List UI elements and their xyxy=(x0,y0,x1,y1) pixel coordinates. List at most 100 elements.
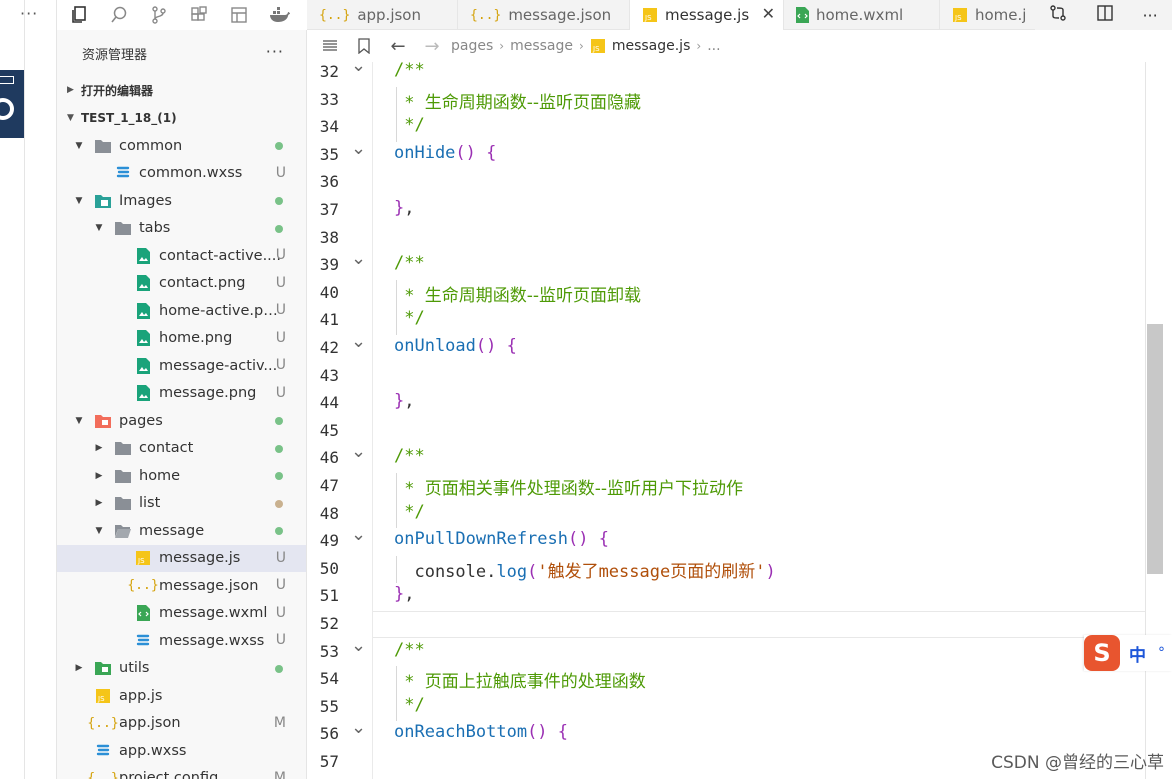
sogou-logo-icon[interactable]: S xyxy=(1084,635,1120,671)
file-tree-item[interactable]: ▼ tabs xyxy=(57,215,306,243)
chevron-down-icon[interactable]: ▼ xyxy=(73,416,85,426)
file-tree-item[interactable]: contact.png U xyxy=(57,270,306,298)
file-tree-item[interactable]: JS app.js xyxy=(57,682,306,710)
editor-tab[interactable]: JS message.js ✕ xyxy=(630,0,784,30)
file-tree-item[interactable]: ▼ Images xyxy=(57,187,306,215)
file-tree-item[interactable]: ▼ common xyxy=(57,132,306,160)
fold-chevron-icon[interactable]: ⌄ xyxy=(351,331,366,352)
code-line[interactable]: 40 * 生命周期函数--监听页面卸载 xyxy=(307,280,1145,308)
close-icon[interactable]: ✕ xyxy=(762,4,775,23)
file-tree-item[interactable]: ▶ home xyxy=(57,462,306,490)
code-line[interactable]: 35 ⌄ onHide() { xyxy=(307,138,1145,170)
code-line[interactable]: 56 ⌄ onReachBottom() { xyxy=(307,717,1145,749)
scrollbar-thumb[interactable] xyxy=(1147,324,1163,574)
code-line[interactable]: 38 xyxy=(307,225,1145,253)
breadcrumb-item[interactable]: ... xyxy=(707,38,720,54)
file-tree-item[interactable]: message.wxss U xyxy=(57,627,306,655)
code-line[interactable]: 46 ⌄ /** xyxy=(307,441,1145,473)
breadcrumb-item[interactable]: pages xyxy=(451,38,493,54)
docker-icon[interactable] xyxy=(265,1,293,29)
breadcrumb-file[interactable]: JS message.js xyxy=(590,38,690,54)
back-arrow-icon[interactable]: ← xyxy=(387,35,409,57)
code-line[interactable]: 52 xyxy=(307,611,1145,639)
code-line[interactable]: 45 xyxy=(307,418,1145,446)
code-line[interactable]: 53 ⌄ /** xyxy=(307,635,1145,667)
split-editor-icon[interactable] xyxy=(1096,4,1114,26)
code-line[interactable]: 55 */ xyxy=(307,694,1145,722)
file-tree-item[interactable]: {..} app.json M xyxy=(57,710,306,738)
code-line[interactable]: 42 ⌄ onUnload() { xyxy=(307,331,1145,363)
source-control-icon[interactable] xyxy=(145,1,173,29)
file-tree-item[interactable]: {..} message.json U xyxy=(57,572,306,600)
code-line[interactable]: 32 ⌄ /** xyxy=(307,62,1145,87)
editor-tab[interactable]: {..} message.json xyxy=(458,0,630,30)
file-tree-item[interactable]: app.wxss xyxy=(57,737,306,765)
extensions-icon[interactable] xyxy=(185,1,213,29)
chevron-down-icon[interactable]: ▼ xyxy=(93,223,105,233)
input-mode-label[interactable]: 中 xyxy=(1129,641,1146,666)
fold-chevron-icon[interactable]: ⌄ xyxy=(351,717,366,738)
list-icon[interactable] xyxy=(319,35,341,57)
code-line[interactable]: 50 console.log('触发了message页面的刷新') xyxy=(307,556,1145,584)
code-line[interactable]: 43 xyxy=(307,363,1145,391)
code-line[interactable]: 48 */ xyxy=(307,501,1145,529)
code-line[interactable]: 37}, xyxy=(307,197,1145,225)
file-tree-item[interactable]: JS message.js U xyxy=(57,544,306,572)
code-line[interactable]: 33 * 生命周期函数--监听页面隐藏 xyxy=(307,87,1145,115)
editor-scrollbar[interactable] xyxy=(1145,62,1172,779)
fold-chevron-icon[interactable]: ⌄ xyxy=(351,138,366,159)
fold-chevron-icon[interactable]: ⌄ xyxy=(351,62,366,76)
code-line[interactable]: 36 xyxy=(307,169,1145,197)
chevron-right-icon[interactable]: ▶ xyxy=(93,471,105,481)
file-tree-item[interactable]: ▼ message xyxy=(57,517,306,545)
explorer-icon[interactable] xyxy=(65,1,93,29)
file-tree-item[interactable]: ▶ utils xyxy=(57,655,306,683)
chevron-down-icon[interactable]: ▼ xyxy=(93,526,105,536)
file-tree-item[interactable]: message.png U xyxy=(57,380,306,408)
code-line[interactable]: 41 */ xyxy=(307,307,1145,335)
chevron-down-icon[interactable]: ▼ xyxy=(73,141,85,151)
more-icon[interactable]: ··· xyxy=(1142,6,1157,25)
bookmark-icon[interactable] xyxy=(353,35,375,57)
fold-chevron-icon[interactable]: ⌄ xyxy=(351,524,366,545)
code-line[interactable]: 49 ⌄ onPullDownRefresh() { xyxy=(307,524,1145,556)
more-icon[interactable]: ··· xyxy=(20,4,38,23)
file-tree-item[interactable]: ▶ list xyxy=(57,490,306,518)
code-line[interactable]: 39 ⌄ /** xyxy=(307,248,1145,280)
code-line[interactable]: 47 * 页面相关事件处理函数--监听用户下拉动作 xyxy=(307,473,1145,501)
compare-icon[interactable] xyxy=(1049,4,1067,26)
file-tree-item[interactable]: contact-active.... U xyxy=(57,242,306,270)
project-section[interactable]: ▼ TEST_1_18_(1) xyxy=(57,104,306,132)
chevron-right-icon[interactable]: ▶ xyxy=(93,443,105,453)
file-tree-item[interactable]: home-active.png U xyxy=(57,297,306,325)
code-editor[interactable]: 32 ⌄/** 33 * 生命周期函数--监听页面隐藏 34 */35 ⌄ onHide(… xyxy=(307,62,1145,779)
more-actions-icon[interactable]: ··· xyxy=(266,42,284,61)
file-tree-item[interactable]: home.png U xyxy=(57,325,306,353)
code-line[interactable]: 44}, xyxy=(307,390,1145,418)
fold-chevron-icon[interactable]: ⌄ xyxy=(351,248,366,269)
editor-tab[interactable]: JS home.j xyxy=(940,0,1037,30)
punctuation-mode-icon[interactable]: ° xyxy=(1158,645,1165,661)
file-tree-item[interactable]: {..} project.config.json M xyxy=(57,765,306,779)
open-editors-section[interactable]: ▶ 打开的编辑器 xyxy=(57,76,306,104)
file-tree-item[interactable]: ▶ contact xyxy=(57,435,306,463)
fold-chevron-icon[interactable]: ⌄ xyxy=(351,441,366,462)
chevron-down-icon[interactable]: ▼ xyxy=(73,196,85,206)
chevron-right-icon[interactable]: ▶ xyxy=(93,498,105,508)
file-tree-item[interactable]: common.wxss U xyxy=(57,160,306,188)
chevron-right-icon[interactable]: ▶ xyxy=(73,663,85,673)
forward-arrow-icon[interactable]: → xyxy=(421,35,443,57)
fold-chevron-icon[interactable]: ⌄ xyxy=(351,635,366,656)
file-tree-item[interactable]: ▼ pages xyxy=(57,407,306,435)
search-icon[interactable] xyxy=(105,1,133,29)
editor-tab[interactable]: {..} app.json xyxy=(307,0,458,30)
code-line[interactable]: 51}, xyxy=(307,583,1145,611)
file-tree-item[interactable]: message.wxml U xyxy=(57,600,306,628)
code-line[interactable]: 54 * 页面上拉触底事件的处理函数 xyxy=(307,666,1145,694)
code-line[interactable]: 34 */ xyxy=(307,114,1145,142)
input-method-bar[interactable]: S 中 ° xyxy=(1084,635,1172,671)
breadcrumb-item[interactable]: message xyxy=(510,38,573,54)
layout-icon[interactable] xyxy=(225,1,253,29)
file-tree-item[interactable]: message-activ... U xyxy=(57,352,306,380)
editor-tab[interactable]: home.wxml xyxy=(784,0,940,30)
